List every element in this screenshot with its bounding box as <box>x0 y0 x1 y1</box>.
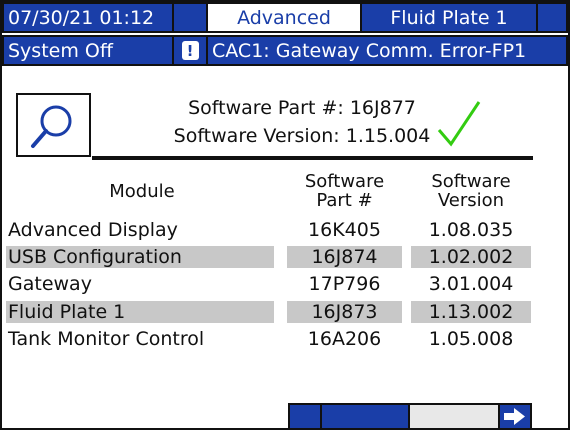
softkey-2[interactable] <box>320 403 410 430</box>
top-bar-spacer-left <box>172 2 208 33</box>
header-module: Module <box>109 181 175 202</box>
tab-fluid-plate-1[interactable]: Fluid Plate 1 <box>360 2 538 33</box>
software-part-number: Software Part #: 16J877 <box>188 97 416 119</box>
alert-message: CAC1: Gateway Comm. Error-FP1 <box>206 35 568 66</box>
module-name: Gateway <box>8 273 92 295</box>
module-version: 1.13.002 <box>411 301 531 323</box>
search-button[interactable] <box>16 93 91 157</box>
module-name: Advanced Display <box>8 219 178 241</box>
software-version: Software Version: 1.15.004 <box>173 125 431 147</box>
module-part: 16J873 <box>287 301 402 323</box>
top-bar: 07/30/21 01:12 Advanced Fluid Plate 1 <box>2 2 568 35</box>
module-name: Fluid Plate 1 <box>6 301 274 323</box>
header-version-line1: Software <box>431 171 511 192</box>
module-part: 16A206 <box>307 328 382 350</box>
module-version: 3.01.004 <box>428 273 514 295</box>
module-version: 1.05.008 <box>428 328 514 350</box>
softkey-1[interactable] <box>288 403 322 430</box>
tab-advanced[interactable]: Advanced <box>206 2 362 33</box>
module-name: USB Configuration <box>6 246 274 268</box>
header-version: Software Version <box>411 172 531 210</box>
datetime: 07/30/21 01:12 <box>2 2 174 33</box>
module-part: 16J874 <box>287 246 402 268</box>
softkey-bar <box>288 403 532 430</box>
top-bar-spacer-right <box>536 2 568 33</box>
checkmark-icon <box>437 101 481 147</box>
table-row: Tank Monitor Control 16A206 1.05.008 <box>6 327 539 351</box>
table-row: Fluid Plate 1 16J873 1.13.002 <box>6 300 539 324</box>
module-version: 1.08.035 <box>428 219 514 241</box>
header-part-line2: Part # <box>316 190 373 211</box>
arrow-right-icon <box>504 408 525 425</box>
header-version-line2: Version <box>437 190 505 211</box>
header-part-number: Software Part # <box>287 172 402 210</box>
system-status: System Off <box>2 35 174 66</box>
module-version: 1.02.002 <box>411 246 531 268</box>
magnifier-icon <box>31 105 72 148</box>
divider <box>92 156 533 160</box>
status-bar: System Off ! CAC1: Gateway Comm. Error-F… <box>2 35 568 68</box>
table-row: USB Configuration 16J874 1.02.002 <box>6 245 539 269</box>
warning-icon: ! <box>181 41 199 60</box>
module-part: 16K405 <box>308 219 381 241</box>
alert-icon-cell: ! <box>172 35 208 66</box>
next-button[interactable] <box>498 403 532 430</box>
table-row: Gateway 17P796 3.01.004 <box>6 272 539 296</box>
module-part: 17P796 <box>308 273 381 295</box>
display-screen: 07/30/21 01:12 Advanced Fluid Plate 1 Sy… <box>0 0 570 430</box>
table-row: Advanced Display 16K405 1.08.035 <box>6 218 539 242</box>
module-name: Tank Monitor Control <box>8 328 205 350</box>
header-part-line1: Software <box>304 171 385 192</box>
softkey-3[interactable] <box>408 403 500 430</box>
software-info: Software Part #: 16J877 Software Version… <box>152 94 452 150</box>
